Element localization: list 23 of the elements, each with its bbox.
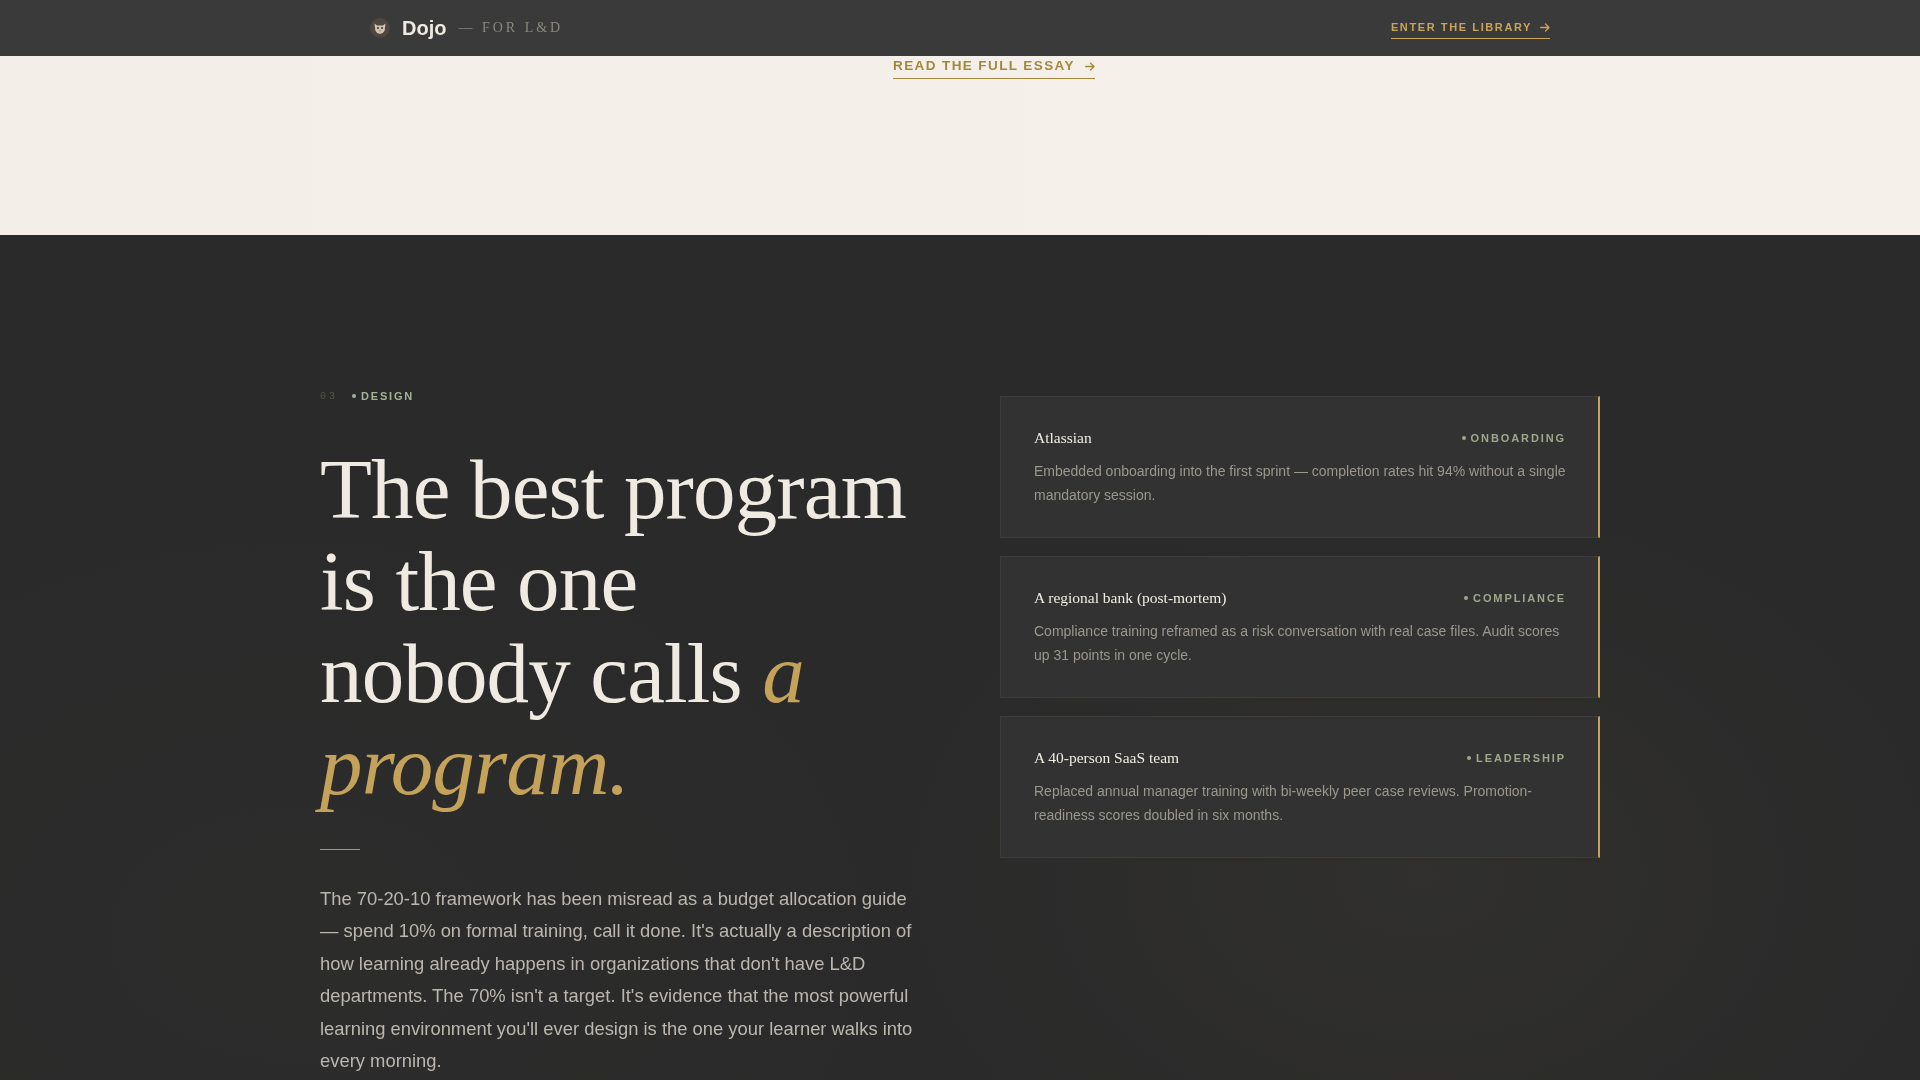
case-tag: LEADERSHIP [1476,752,1566,764]
dot-icon [1467,756,1472,760]
section-label: DESIGN [361,390,414,402]
case-summary: Compliance training reframed as a risk conversation with real case files. Audit scores up 31 points in one cycle. [1034,622,1561,665]
read-essay-link[interactable]: READ THE FULL ESSAY [893,60,1095,79]
dot-icon [352,394,356,398]
logo-icon [370,18,390,38]
case-tag: COMPLIANCE [1473,592,1566,604]
arrow-right-icon [1084,61,1095,71]
dot-icon [1464,596,1469,600]
section-heading: The best program is the one nobody calls a program. [310,443,920,811]
case-summary: Replaced annual manager training with bi-weekly peer case reviews. Promotion-readiness scores doubled in six months. [1034,782,1534,825]
case-title: A regional bank (post-mortem) [1034,589,1227,607]
case-title: Atlassian [1034,429,1092,447]
section-body-text: The 70-20-10 framework has been misread as a budget allocation guide — spend 10% on formal training, call it done. It's actually a description of how learning already happens in organizations that don't have L&D departments. The 70% isn't a target. It's evidence that the most powerful learning environment you'll ever design is the one your learner walks into every morning. [320,887,914,1074]
brand-tagline: — FOR L&D [458,20,564,36]
arrow-right-icon [1540,23,1550,32]
case-title: A 40-person SaaS team [1034,749,1180,767]
enter-library-link[interactable]: ENTER THE LIBRARY [1390,21,1550,39]
case-tag: ONBOARDING [1470,432,1566,444]
case-summary: Embedded onboarding into the first sprint — completion rates hit 94% without a single mandatory session. [1034,462,1566,505]
brand-name[interactable]: Dojo [402,16,447,40]
dot-icon [1461,436,1466,440]
